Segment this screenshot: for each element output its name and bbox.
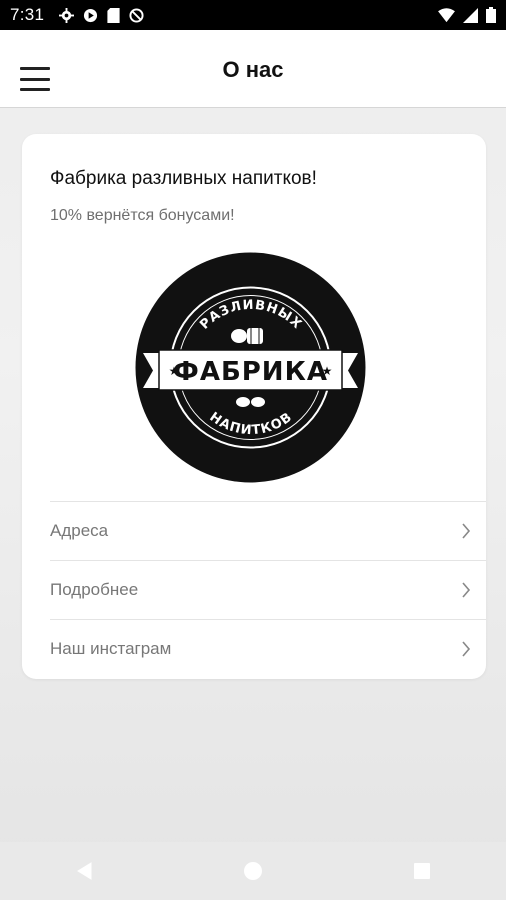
sd-card-icon	[107, 7, 120, 23]
app-bar: О нас	[0, 30, 506, 108]
status-left: 7:31	[10, 5, 144, 25]
brand-logo: РАЗЛИВНЫХ НАПИТКОВ ★ ★ ФАБРИКА	[135, 252, 366, 483]
hamburger-menu-icon[interactable]	[20, 67, 50, 91]
menu-item-instagram[interactable]: Наш инстаграм	[50, 619, 486, 678]
battery-icon	[486, 7, 496, 23]
chevron-right-icon	[446, 640, 486, 658]
gear-icon	[59, 7, 75, 23]
signal-icon	[463, 7, 478, 23]
chevron-right-icon	[446, 522, 486, 540]
page-title: О нас	[222, 56, 284, 82]
recents-icon[interactable]	[392, 842, 452, 900]
chevron-right-icon	[446, 581, 486, 599]
menu-item-details[interactable]: Подробнее	[50, 560, 486, 619]
status-time: 7:31	[10, 5, 45, 24]
card-title: Фабрика разливных напитков!	[50, 168, 317, 189]
menu-item-label: Подробнее	[50, 580, 139, 599]
logo-ribbon: ★ ★ ФАБРИКА	[143, 349, 358, 391]
card-subtitle: 10% вернётся бонусами!	[50, 207, 235, 224]
menu-item-addresses[interactable]: Адреса	[50, 501, 486, 560]
back-icon[interactable]	[54, 842, 114, 900]
status-right	[438, 7, 496, 23]
no-sync-icon	[129, 7, 144, 23]
wifi-icon	[438, 7, 455, 23]
home-icon[interactable]	[223, 842, 283, 900]
system-nav-bar	[0, 842, 506, 900]
menu-item-label: Адреса	[50, 521, 109, 540]
logo-center-text: ФАБРИКА	[173, 357, 328, 387]
menu-list: Адреса Подробнее Наш инстаграм	[50, 501, 486, 678]
menu-item-label: Наш инстаграм	[50, 639, 172, 658]
about-card: Фабрика разливных напитков! 10% вернётся…	[22, 134, 486, 679]
status-bar: 7:31	[0, 0, 506, 30]
play-icon	[83, 8, 98, 23]
